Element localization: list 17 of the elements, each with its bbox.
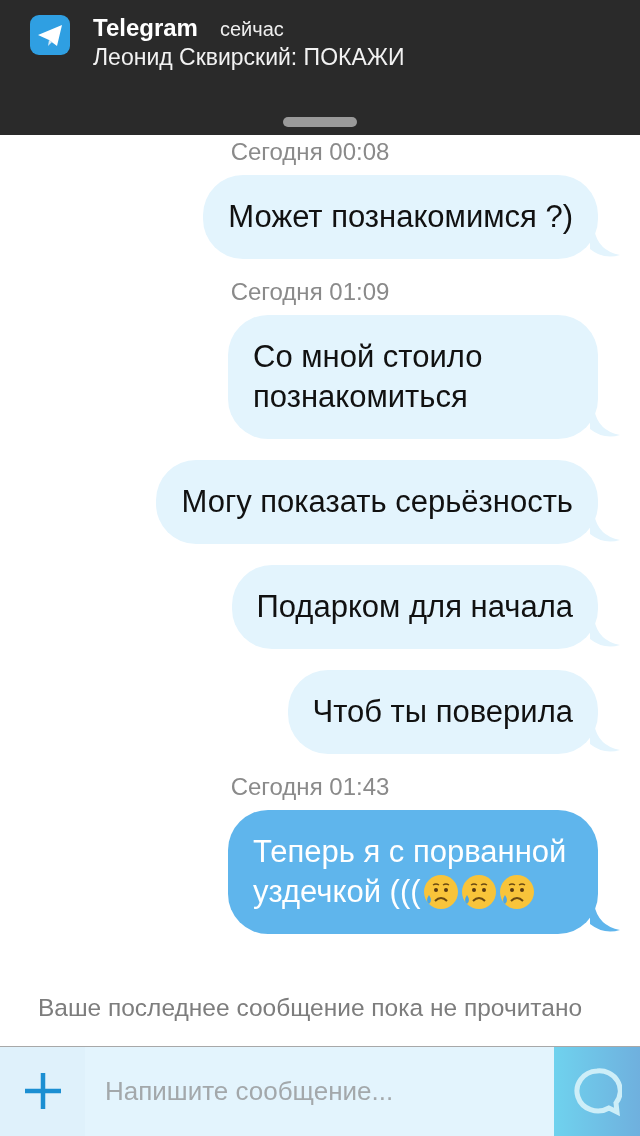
sad-face-icon <box>460 874 497 910</box>
notification-banner[interactable]: Telegram сейчас Леонид Сквирский: ПОКАЖИ <box>0 0 640 135</box>
sad-face-icon <box>422 874 459 910</box>
date-label: Сегодня 00:08 <box>230 137 390 167</box>
read-status: Ваше последнее сообщение пока не прочитано <box>36 994 584 1022</box>
date-label: Сегодня 01:09 <box>230 277 390 307</box>
sad-face-icon <box>498 874 535 910</box>
message-input[interactable]: Напишите сообщение... <box>85 1047 554 1136</box>
date-label: Сегодня 01:43 <box>230 772 390 802</box>
speech-bubble-icon <box>572 1066 622 1117</box>
app-name: Telegram <box>93 14 198 42</box>
notification-text: Леонид Сквирский: ПОКАЖИ <box>93 44 405 71</box>
send-button[interactable] <box>554 1047 640 1136</box>
notification-time: сейчас <box>219 18 284 41</box>
plus-icon[interactable] <box>23 1071 63 1111</box>
drag-handle[interactable] <box>283 117 357 127</box>
paper-plane-icon <box>30 15 70 55</box>
